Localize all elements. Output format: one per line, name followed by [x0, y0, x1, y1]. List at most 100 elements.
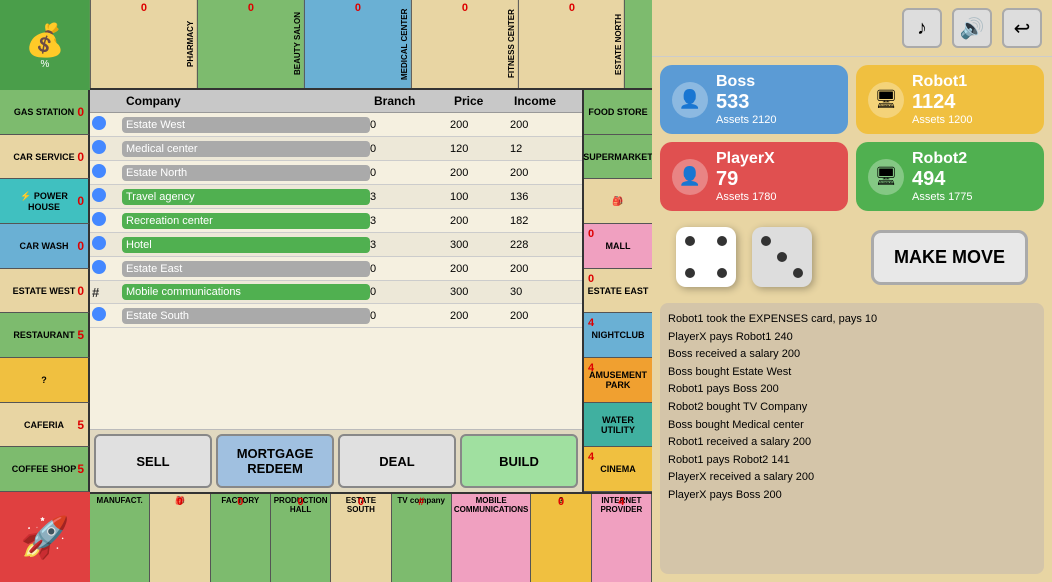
- bottom-cell-8: 4INTERNET PROVIDER: [592, 494, 652, 582]
- col-branch: Branch: [370, 94, 450, 108]
- player-assets: Assets 2120: [716, 114, 777, 126]
- branch-value: 0: [370, 310, 450, 322]
- col-company: Company: [122, 94, 370, 108]
- branch-value: 3: [370, 191, 450, 203]
- dot: [685, 268, 695, 278]
- log-entry: Boss bought Medical center: [668, 417, 1036, 435]
- left-strip: GAS STATION0CAR SERVICE0⚡ POWER HOUSE0CA…: [0, 90, 90, 492]
- action-buttons: SELL MORTGAGEREDEEM DEAL BUILD: [90, 429, 582, 492]
- dot: [717, 268, 727, 278]
- bottom-cell-1: 0🎒: [150, 494, 210, 582]
- table-row: Hotel 3 300 228: [90, 233, 582, 257]
- bottom-cell-3: 0PRODUCTION HALL: [271, 494, 331, 582]
- income-value: 30: [510, 286, 580, 298]
- right-cell-3: MALL0: [584, 224, 652, 269]
- table-row: Medical center 0 120 12: [90, 137, 582, 161]
- branch-value: 0: [370, 167, 450, 179]
- player-cash: 1124: [912, 91, 973, 114]
- col-income: Income: [510, 94, 580, 108]
- right-cell-6: AMUSEMENT PARK4: [584, 358, 652, 403]
- log-entry: Robot1 received a salary 200: [668, 434, 1036, 452]
- branch-value: 0: [370, 143, 450, 155]
- property-name: Hotel: [122, 237, 370, 253]
- dot: [685, 236, 695, 246]
- player-avatar: 🖥: [868, 159, 904, 195]
- player-info: PlayerX 79 Assets 1780: [716, 150, 777, 203]
- player-info: Robot2 494 Assets 1775: [912, 150, 973, 203]
- exit-button[interactable]: ↩: [1002, 8, 1042, 48]
- player-name: PlayerX: [716, 150, 777, 168]
- income-value: 200: [510, 263, 580, 275]
- log-entry: Boss bought Estate West: [668, 364, 1036, 382]
- bottom-cells: MANUFACT.0🎒0FACTORY0PRODUCTION HALL0ESTA…: [90, 492, 652, 582]
- top-cell-4: ESTATE NORTH0: [518, 0, 625, 88]
- table-body: Estate West 0 200 200 Medical center 0 1…: [90, 113, 582, 328]
- main-area: Company Branch Price Income Estate West …: [90, 90, 582, 492]
- branch-value: 0: [370, 119, 450, 131]
- dot: [761, 268, 771, 278]
- player-assets: Assets 1200: [912, 114, 973, 126]
- mortgage-button[interactable]: MORTGAGEREDEEM: [216, 434, 334, 488]
- right-cell-5: NIGHTCLUB4: [584, 313, 652, 358]
- income-value: 12: [510, 143, 580, 155]
- income-value: 200: [510, 167, 580, 179]
- table-row: Estate East 0 200 200: [90, 257, 582, 281]
- music-button[interactable]: ♪: [902, 8, 942, 48]
- top-cell-1: BEAUTY SALON0: [197, 0, 304, 88]
- player-card-robot1: 🖥 Robot1 1124 Assets 1200: [856, 65, 1044, 134]
- price-value: 200: [450, 310, 510, 322]
- player-card-playerx: 👤 PlayerX 79 Assets 1780: [660, 142, 848, 211]
- dot: [701, 236, 711, 246]
- row-dot: [92, 236, 122, 253]
- row-dot: [92, 140, 122, 157]
- price-value: 200: [450, 215, 510, 227]
- property-name: Estate West: [122, 117, 370, 133]
- income-value: 136: [510, 191, 580, 203]
- log-entry: PlayerX received a salary 200: [668, 469, 1036, 487]
- table-header: Company Branch Price Income: [90, 90, 582, 113]
- corner-top-left: 💰 %: [0, 0, 90, 90]
- right-panel: ♪ 🔊 ↩ 👤 Boss 533 Assets 2120 🖥 Robot1 11…: [652, 0, 1052, 582]
- dot: [793, 236, 803, 246]
- property-name: Travel agency: [122, 189, 370, 205]
- property-table: Company Branch Price Income Estate West …: [90, 90, 582, 429]
- bottom-cell-5: #TV company: [392, 494, 452, 582]
- left-cell-4: ESTATE WEST0: [0, 269, 90, 314]
- left-cell-6: ?: [0, 358, 90, 403]
- property-name: Estate South: [122, 308, 370, 324]
- table-row: Estate North 0 200 200: [90, 161, 582, 185]
- log-entry: Robot1 pays Robot2 141: [668, 452, 1036, 470]
- player-cash: 533: [716, 91, 777, 114]
- table-row: Travel agency 3 100 136: [90, 185, 582, 209]
- price-value: 120: [450, 143, 510, 155]
- branch-value: 3: [370, 239, 450, 251]
- die-1: [676, 227, 736, 287]
- right-strip: FOOD STORESUPERMARKET🎒MALL0ESTATE EAST0N…: [582, 90, 652, 492]
- deal-button[interactable]: DEAL: [338, 434, 456, 488]
- log-entry: PlayerX pays Boss 200: [668, 487, 1036, 505]
- player-cash: 494: [912, 168, 973, 191]
- income-value: 200: [510, 119, 580, 131]
- make-move-button[interactable]: MAKE MOVE: [871, 230, 1028, 285]
- property-name: Recreation center: [122, 213, 370, 229]
- sound-button[interactable]: 🔊: [952, 8, 992, 48]
- property-name: Medical center: [122, 141, 370, 157]
- dot: [701, 268, 711, 278]
- sell-button[interactable]: SELL: [94, 434, 212, 488]
- table-row: # Mobile communications 0 300 30: [90, 281, 582, 304]
- property-name: Estate East: [122, 261, 370, 277]
- player-assets: Assets 1780: [716, 191, 777, 203]
- build-button[interactable]: BUILD: [460, 434, 578, 488]
- right-cell-4: ESTATE EAST0: [584, 269, 652, 314]
- table-row: Estate South 0 200 200: [90, 304, 582, 328]
- price-value: 200: [450, 119, 510, 131]
- dot: [717, 252, 727, 262]
- bottom-cell-7: 0?: [531, 494, 591, 582]
- player-avatar: 🖥: [868, 82, 904, 118]
- dot: [761, 252, 771, 262]
- top-cell-2: MEDICAL CENTER0: [304, 0, 411, 88]
- bottom-strip: 🚀 MANUFACT.0🎒0FACTORY0PRODUCTION HALL0ES…: [0, 492, 652, 582]
- player-avatar: 👤: [672, 82, 708, 118]
- player-name: Robot1: [912, 73, 973, 91]
- price-value: 200: [450, 167, 510, 179]
